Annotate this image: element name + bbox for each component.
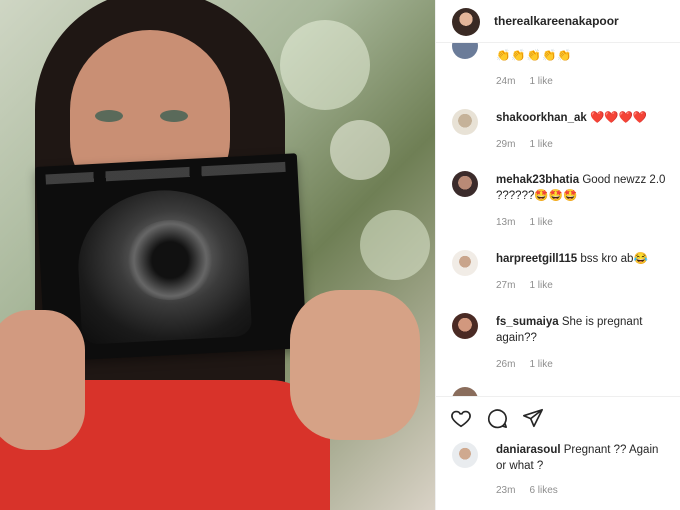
comment-meta: 26m 1 like (496, 359, 567, 370)
heart-outline-icon[interactable] (450, 407, 472, 429)
comment-text: daniarasoul Pregnant ?? Again or what ? (496, 442, 671, 474)
left-hand-shape (0, 310, 85, 450)
comment-emoji: 👏👏👏👏👏 (496, 50, 573, 62)
comment-meta: 24m 1 like (496, 76, 567, 87)
comment-likes[interactable]: 1 like (529, 280, 552, 291)
action-bar (436, 396, 680, 436)
right-hand-shape (290, 290, 420, 440)
comment-time[interactable]: 29m (496, 139, 515, 150)
avatar[interactable] (452, 8, 480, 36)
comment-meta: 23m 6 likes (496, 485, 572, 496)
comment-username[interactable]: fs_sumaiya (496, 316, 559, 328)
avatar[interactable] (452, 313, 478, 339)
comment-likes[interactable]: 1 like (529, 76, 552, 87)
comment-text: harpreetgill115 bss kro ab😂 (496, 251, 671, 267)
avatar[interactable] (452, 387, 478, 396)
comment-username[interactable]: harpreetgill115 (496, 253, 577, 265)
avatar[interactable] (452, 109, 478, 135)
comment-meta: 27m 1 like (496, 280, 567, 291)
comment-emoji: 😂 (633, 253, 648, 265)
post-photo (0, 0, 435, 510)
comment-username[interactable]: daniarasoul (496, 444, 561, 456)
comment-text: mehak23bhatia Good newzz 2.0 ??????🤩🤩🤩 (496, 172, 671, 204)
avatar[interactable] (452, 442, 478, 468)
latest-comment: daniarasoul Pregnant ?? Again or what ? … (436, 436, 680, 510)
comment-username[interactable]: mehak23bhatia (496, 174, 579, 186)
comment-likes[interactable]: 6 likes (529, 485, 557, 496)
comment-time[interactable]: 24m (496, 76, 515, 87)
comment-text: shakoorkhan_ak ❤️❤️❤️❤️ (496, 110, 671, 126)
comment-likes[interactable]: 1 like (529, 217, 552, 228)
post-author-username[interactable]: therealkareenakapoor (494, 14, 619, 28)
paper-plane-icon[interactable] (522, 407, 544, 429)
avatar[interactable] (452, 43, 478, 59)
post-header: therealkareenakapoor (436, 0, 680, 43)
comment-time[interactable]: 27m (496, 280, 515, 291)
avatar[interactable] (452, 250, 478, 276)
comment-text: fs_sumaiya She is pregnant again?? (496, 314, 671, 346)
comment-time[interactable]: 26m (496, 359, 515, 370)
comment-emoji: ❤️❤️❤️❤️ (589, 112, 648, 124)
comments-panel: therealkareenakapoor 👏👏👏👏👏 24m 1 like sha… (435, 0, 680, 510)
comment-time[interactable]: 13m (496, 217, 515, 228)
comment-likes[interactable]: 1 like (529, 359, 552, 370)
comment-list[interactable]: 👏👏👏👏👏 24m 1 like shakoorkhan_ak ❤️❤️❤️❤️ … (436, 43, 680, 396)
comment-meta: 29m 1 like (496, 139, 567, 150)
bokeh (330, 120, 390, 180)
avatar[interactable] (452, 171, 478, 197)
comment-bubble-icon[interactable] (486, 407, 508, 429)
comment-body: bss kro ab (580, 253, 634, 265)
bokeh (280, 20, 370, 110)
comment-likes[interactable]: 1 like (529, 139, 552, 150)
eye-shape (160, 110, 188, 122)
comment-emoji: 🤩🤩🤩 (534, 190, 578, 202)
comment-time[interactable]: 23m (496, 485, 515, 496)
comment-username[interactable]: shakoorkhan_ak (496, 112, 587, 124)
comment-meta: 13m 1 like (496, 217, 567, 228)
scan-header-text (45, 161, 286, 185)
bokeh (360, 210, 430, 280)
eye-shape (95, 110, 123, 122)
